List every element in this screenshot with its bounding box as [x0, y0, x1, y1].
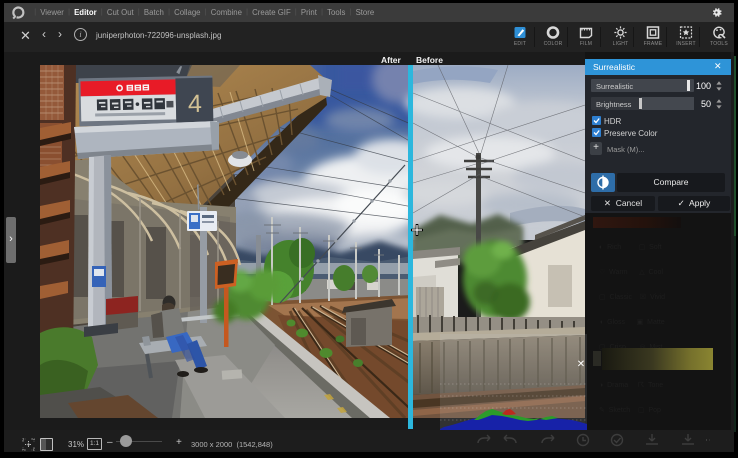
svg-text:4: 4: [188, 90, 203, 118]
